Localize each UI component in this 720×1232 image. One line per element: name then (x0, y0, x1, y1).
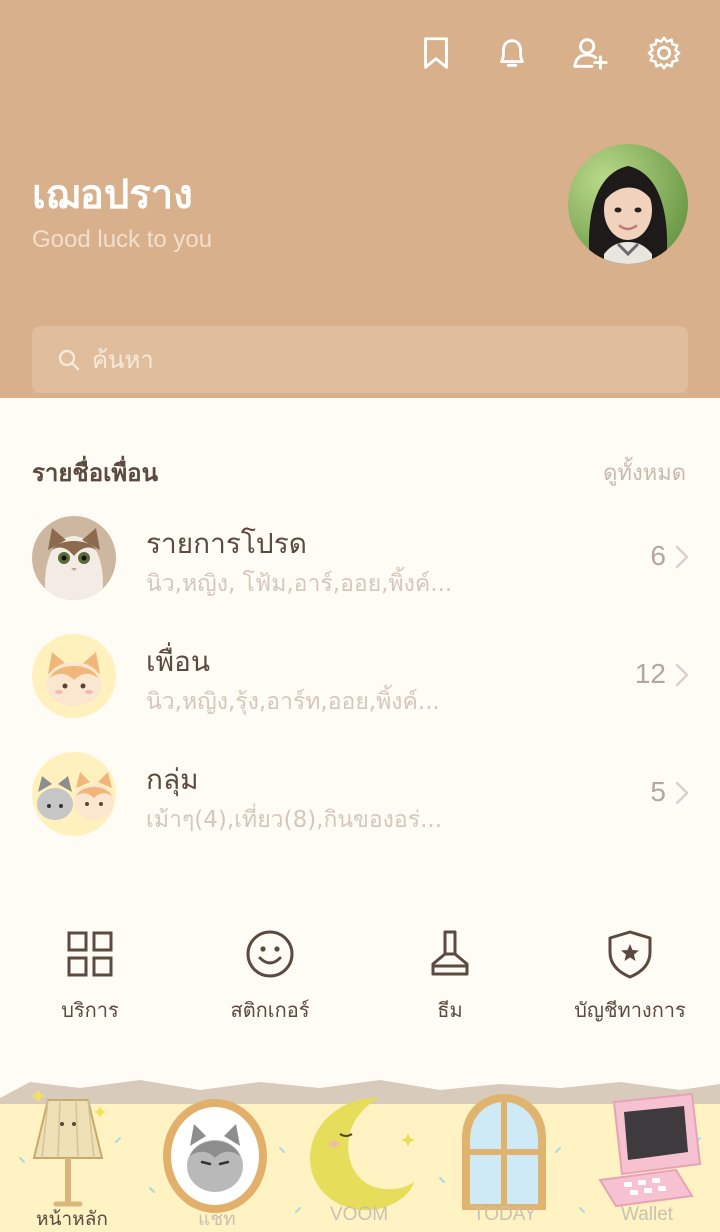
friends-section-title: รายชื่อเพื่อน (32, 459, 158, 487)
add-friend-icon[interactable] (570, 33, 610, 73)
bell-icon[interactable] (492, 33, 532, 73)
official-accounts-label: บัญชีทางการ (574, 998, 686, 1022)
list-item-count: 12 (634, 658, 666, 689)
stickers-button[interactable]: สติกเกอร์ (180, 928, 360, 1038)
list-item-title: เพื่อน (146, 645, 210, 678)
see-all-link[interactable]: ดูทั้งหมด (603, 455, 686, 490)
lamp-icon[interactable] (26, 1088, 110, 1212)
chevron-right-icon (675, 663, 689, 687)
shield-star-icon (608, 930, 652, 979)
tab-voom[interactable]: VOOM (330, 1204, 388, 1226)
search-placeholder: ค้นหา (92, 346, 154, 374)
favorites-thumbnail (32, 516, 116, 600)
chevron-right-icon (675, 545, 689, 569)
services-label: บริการ (61, 998, 119, 1022)
list-item-subtitle: นิว,หญิง,รุ้ง,อาร์ท,ออย,พิ้งค์... (146, 689, 440, 715)
moon-icon[interactable] (304, 1092, 416, 1214)
profile-avatar[interactable] (568, 144, 688, 264)
tab-chat[interactable]: แชท (198, 1204, 236, 1232)
gear-icon[interactable] (644, 33, 684, 73)
list-item-title: กลุ่ม (146, 763, 199, 796)
tab-wallet[interactable]: Wallet (621, 1204, 673, 1226)
profile-header: เฌอปราง Good luck to you ค้นหา (0, 0, 720, 398)
stickers-label: สติกเกอร์ (230, 998, 310, 1022)
search-icon (58, 349, 80, 370)
official-accounts-button[interactable]: บัญชีทางการ (540, 928, 720, 1038)
brush-icon (431, 930, 469, 976)
smiley-icon (246, 930, 294, 978)
list-item-subtitle: นิว,หญิง, โฟ้ม,อาร์,ออย,พิ้งค์... (146, 571, 453, 597)
list-item-subtitle: เม้าๆ(4),เที่ยว(8),กินของอร่... (146, 807, 443, 833)
bookmark-icon[interactable] (416, 33, 456, 73)
pink-computer-icon[interactable] (596, 1090, 706, 1208)
list-item-title: รายการโปรด (146, 527, 307, 560)
list-item-count: 5 (650, 776, 666, 807)
window-icon[interactable] (456, 1090, 552, 1212)
profile-status-message[interactable]: Good luck to you (32, 226, 212, 254)
list-item-groups[interactable]: กลุ่ม เม้าๆ(4),เที่ยว(8),กินของอร่... 5 (0, 752, 720, 852)
list-item-count: 6 (650, 540, 666, 571)
profile-name[interactable]: เฌอปราง (32, 162, 193, 226)
list-item-favorites[interactable]: รายการโปรด นิว,หญิง, โฟ้ม,อาร์,ออย,พิ้งค… (0, 516, 720, 616)
themes-label: ธีม (437, 998, 463, 1022)
friends-thumbnail (32, 634, 116, 718)
groups-thumbnail (32, 752, 116, 836)
search-bar[interactable]: ค้นหา (32, 326, 688, 393)
themes-button[interactable]: ธีม (360, 928, 540, 1038)
chevron-right-icon (675, 781, 689, 805)
tab-today[interactable]: TODAY (473, 1204, 537, 1226)
list-item-friends[interactable]: เพื่อน นิว,หญิง,รุ้ง,อาร์ท,ออย,พิ้งค์...… (0, 634, 720, 734)
services-button[interactable]: บริการ (0, 928, 180, 1038)
tab-home[interactable]: หน้าหลัก (36, 1204, 108, 1232)
cat-mirror-icon[interactable] (160, 1096, 270, 1216)
grid-icon (67, 931, 113, 977)
